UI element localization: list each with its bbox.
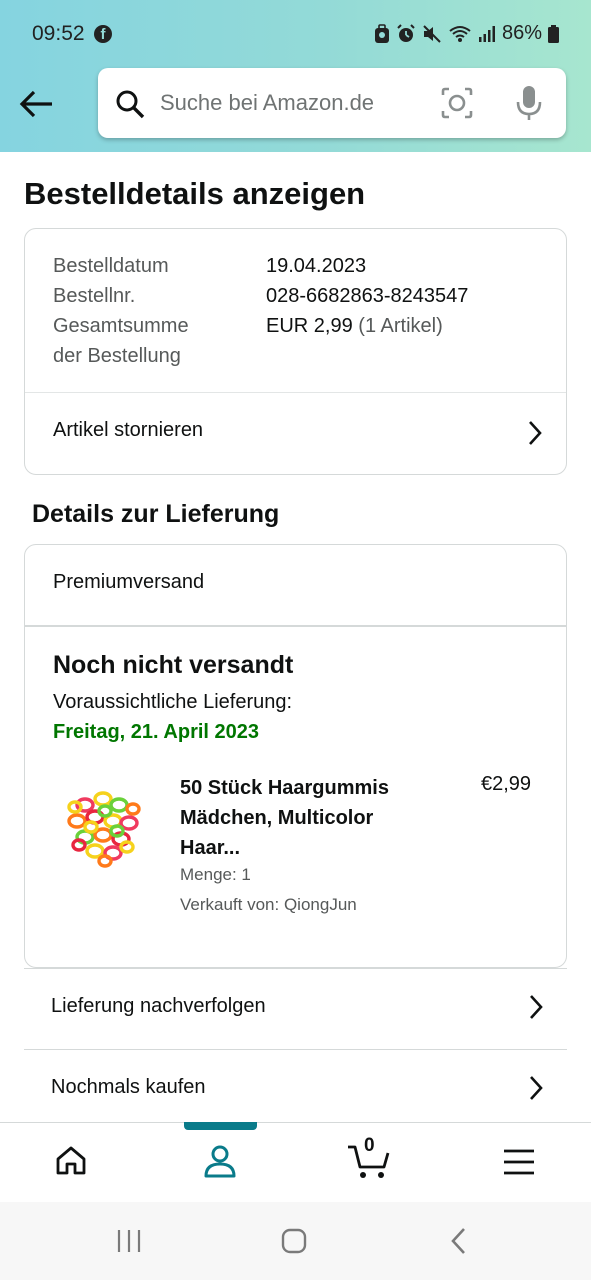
order-number-value: 028-6682863-8243547 — [266, 285, 469, 307]
product-seller: Verkauft von: QiongJun — [180, 895, 357, 914]
chevron-right-icon — [529, 421, 542, 445]
shipment-status: Noch nicht versandt — [53, 651, 294, 679]
product-title-line: Mädchen, Multicolor — [180, 807, 374, 829]
order-total-label-line1: Gesamtsumme — [53, 315, 189, 337]
app-header: 09:52 f 86% Suche bei Amazon.de — [0, 0, 591, 152]
status-icons: 86% — [374, 22, 559, 45]
order-number-label: Bestellnr. — [53, 285, 136, 307]
delivery-card: Premiumversand Noch nicht versandt Vorau… — [24, 544, 567, 968]
order-total-item-count: (1 Artikel) — [358, 315, 443, 337]
battery-percent: 86% — [501, 22, 542, 44]
alarm-icon — [397, 23, 415, 42]
search-bar[interactable]: Suche bei Amazon.de — [98, 68, 566, 138]
product-quantity: Menge: 1 — [180, 865, 251, 884]
home-icon[interactable] — [54, 1143, 88, 1177]
back-button[interactable] — [18, 84, 58, 124]
track-package-label: Lieferung nachverfolgen — [51, 995, 266, 1017]
eta-label: Voraussichtliche Lieferung: — [53, 691, 293, 713]
eta-date: Freitag, 21. April 2023 — [53, 721, 260, 743]
camera-search-icon[interactable] — [439, 85, 475, 121]
chevron-right-icon — [530, 1076, 543, 1100]
order-summary-card: Bestelldatum 19.04.2023 Bestellnr. 028-6… — [24, 228, 567, 475]
cancel-items-label: Artikel stornieren — [53, 419, 204, 441]
product-price: €2,99 — [481, 773, 532, 795]
search-input[interactable]: Suche bei Amazon.de — [160, 90, 374, 116]
order-date-value: 19.04.2023 — [266, 255, 367, 277]
mute-icon — [423, 24, 441, 43]
menu-icon[interactable] — [502, 1147, 536, 1177]
battery-icon — [548, 24, 559, 43]
product-title-line: 50 Stück Haargummis — [180, 777, 389, 799]
order-date-label: Bestelldatum — [53, 255, 169, 277]
back-arrow-icon — [19, 90, 52, 118]
active-tab-indicator — [184, 1122, 257, 1130]
cart-count: 0 — [364, 1135, 375, 1156]
wifi-icon — [449, 25, 471, 42]
status-bar: 09:52 f 86% — [0, 0, 591, 70]
product-image[interactable] — [55, 775, 151, 871]
status-time: 09:52 — [32, 22, 85, 45]
search-icon — [116, 90, 145, 119]
buy-again-row[interactable]: Nochmals kaufen — [24, 1049, 567, 1129]
product-title-line: Haar... — [180, 837, 241, 859]
facebook-notification-icon: f — [94, 25, 112, 43]
recent-apps-icon[interactable] — [114, 1226, 144, 1256]
cancel-items-row[interactable]: Artikel stornieren — [25, 393, 566, 475]
divider — [25, 625, 566, 627]
signal-icon — [478, 25, 495, 42]
delivery-section-title: Details zur Lieferung — [32, 500, 280, 528]
system-back-icon[interactable] — [446, 1226, 472, 1256]
order-total-amount: EUR 2,99 — [266, 315, 353, 337]
chevron-right-icon — [530, 995, 543, 1019]
buy-again-label: Nochmals kaufen — [51, 1076, 206, 1098]
lock-notification-icon — [374, 23, 389, 43]
microphone-icon[interactable] — [514, 84, 544, 122]
shipping-method: Premiumversand — [53, 571, 205, 593]
home-button-icon[interactable] — [280, 1226, 308, 1256]
cart-button[interactable]: 0 — [346, 1135, 392, 1181]
order-total-label-line2: der Bestellung — [53, 345, 181, 367]
account-icon[interactable] — [202, 1143, 238, 1179]
track-package-row[interactable]: Lieferung nachverfolgen — [24, 968, 567, 1048]
order-total-value: EUR 2,99 (1 Artikel) — [266, 315, 443, 338]
bottom-navigation: 0 — [0, 1122, 591, 1202]
system-navigation-bar — [0, 1202, 591, 1280]
page-title: Bestelldetails anzeigen — [24, 176, 366, 211]
product-title[interactable]: 50 Stück Haargummis Mädchen, Multicolor … — [180, 773, 440, 863]
